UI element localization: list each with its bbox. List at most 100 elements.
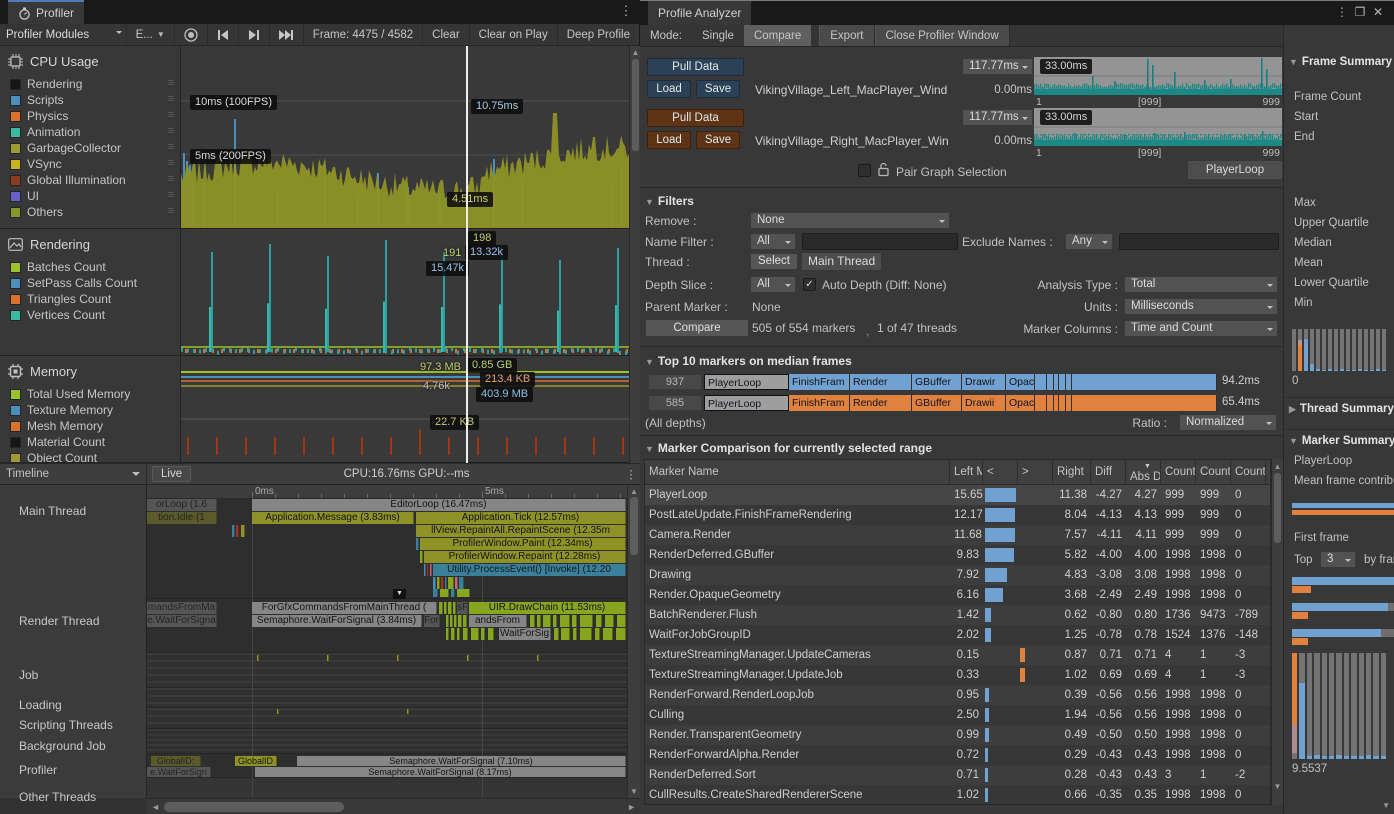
timeline-span[interactable]	[530, 615, 535, 627]
column-header-8[interactable]: Count	[1196, 460, 1231, 484]
top10-frame-number[interactable]: 585	[648, 395, 702, 411]
column-header-6[interactable]: ▼Abs Diff	[1126, 460, 1161, 484]
depth-slice-dropdown[interactable]: All	[750, 276, 796, 293]
top10-segment[interactable]: Drawii	[962, 395, 1006, 411]
timeline-span[interactable]	[463, 628, 468, 640]
timeline-span[interactable]	[572, 615, 577, 627]
timeline-span[interactable]: Application.Tick (12.57ms)	[416, 512, 626, 524]
timeline-span[interactable]: Semaphore.WaitForSignal (8.17ms)	[255, 767, 626, 777]
column-header-0[interactable]: Marker Name	[645, 460, 950, 484]
timeline-span[interactable]	[420, 551, 423, 563]
table-row[interactable]: RenderForward.RenderLoopJob0.950.39-0.56…	[645, 685, 1270, 705]
timeline-span[interactable]	[537, 615, 541, 627]
thread-label-0[interactable]: Main Thread	[19, 504, 86, 518]
legend-item[interactable]: Texture Memory	[0, 402, 180, 418]
top10-segment[interactable]	[1047, 374, 1054, 390]
top10-segment[interactable]: Drawir	[962, 374, 1006, 390]
module-memory-header[interactable]: Memory	[0, 356, 180, 386]
tab-profiler[interactable]: Profiler	[8, 0, 84, 24]
drag-handle-icon[interactable]: ≡	[168, 109, 173, 121]
legend-item[interactable]: Global Illumination≡	[0, 172, 180, 188]
timeline-span[interactable]: EditorLoop (16.47ms)	[252, 499, 626, 511]
legend-item[interactable]: Object Count	[0, 450, 180, 463]
exclude-mode-dropdown[interactable]: Any	[1065, 233, 1113, 250]
thread-select-button[interactable]: Select	[750, 253, 798, 270]
top10-segment[interactable]: Render	[850, 374, 912, 390]
deep-profile-button[interactable]: Deep Profile	[558, 24, 639, 45]
legend-item[interactable]: UI≡	[0, 188, 180, 204]
table-row[interactable]: CullResults.CreateSharedRendererScene1.0…	[645, 785, 1270, 805]
thread-label-5[interactable]: Background Job	[19, 739, 106, 753]
timeline-span[interactable]	[440, 589, 449, 597]
top10-row-right[interactable]: 585PlayerLoopFinishFramRenderGBufferDraw…	[640, 395, 1283, 412]
timeline-span[interactable]	[616, 628, 626, 640]
legend-item[interactable]: Total Used Memory	[0, 386, 180, 402]
clear-on-play-button[interactable]: Clear on Play	[470, 24, 558, 45]
timeline-span[interactable]	[605, 615, 614, 627]
clear-button[interactable]: Clear	[423, 24, 469, 45]
legend-item[interactable]: Scripts≡	[0, 92, 180, 108]
timeline-span[interactable]	[277, 709, 279, 714]
timeline-span[interactable]	[457, 628, 460, 640]
frame-graph-left[interactable]: 33.00ms	[1034, 57, 1282, 95]
tab-profile-analyzer[interactable]: Profile Analyzer	[648, 1, 751, 25]
scroll-up-icon[interactable]: ▲	[628, 487, 640, 496]
pair-graph-checkbox[interactable]	[858, 164, 871, 177]
column-header-7[interactable]: Count	[1161, 460, 1196, 484]
timeline-vscrollbar[interactable]: ▲ ▼	[627, 485, 640, 798]
timeline-hscrollbar[interactable]: ◄ ►	[147, 798, 640, 814]
module-cpu-header[interactable]: CPU Usage	[0, 46, 180, 76]
table-row[interactable]: Drawing7.924.83-3.083.08199819980	[645, 565, 1270, 585]
last-frame-button[interactable]	[270, 24, 304, 45]
maximize-icon[interactable]: ❐	[1352, 5, 1368, 19]
timeline-span[interactable]: sFr	[457, 602, 468, 614]
timeline-span[interactable]	[427, 564, 429, 576]
timeline-span[interactable]	[446, 615, 449, 627]
timeline-span[interactable]	[439, 602, 443, 614]
rendering-chart[interactable]: 198 191 13.32k 15.47k	[181, 229, 629, 356]
table-row[interactable]: TextureStreamingManager.UpdateCameras0.1…	[645, 645, 1270, 665]
timeline-span[interactable]: GlobalID	[235, 756, 277, 766]
timeline-span[interactable]	[488, 628, 494, 640]
marker-summary-header[interactable]: ▼Marker Summary	[1289, 435, 1394, 447]
timeline-span[interactable]	[561, 628, 570, 640]
filters-header[interactable]: ▼Filters	[645, 194, 694, 208]
drag-handle-icon[interactable]: ≡	[168, 77, 173, 89]
compare-button[interactable]: Compare	[645, 319, 749, 337]
first-frame-button[interactable]	[208, 24, 239, 45]
column-header-4[interactable]: Right	[1053, 460, 1091, 484]
timeline-span[interactable]	[451, 589, 455, 597]
column-header-1[interactable]: Left Median	[950, 460, 983, 484]
timeline-tracks[interactable]: 0ms5ms ▼ orLoop (1.6EditorLoop (16.47ms)…	[147, 485, 627, 798]
mode-compare-button[interactable]: Compare	[744, 25, 811, 46]
timeline-span[interactable]	[407, 709, 409, 714]
sidebar-scroll-down-icon[interactable]: ▼	[1382, 801, 1390, 810]
timeline-span[interactable]	[257, 655, 259, 661]
table-row[interactable]: RenderDeferred.GBuffer9.835.82-4.004.001…	[645, 545, 1270, 565]
timeline-span[interactable]	[560, 615, 570, 627]
legend-item[interactable]: Others≡	[0, 204, 180, 220]
timeline-span[interactable]	[543, 615, 551, 627]
top10-row-left[interactable]: 937PlayerLoopFinishFramRenderGBufferDraw…	[640, 374, 1283, 391]
thread-summary-header[interactable]: ▶Thread Summary	[1289, 403, 1394, 415]
selected-marker-label[interactable]: PlayerLoop	[1188, 161, 1282, 179]
top10-segment[interactable]: GBuffer	[912, 374, 962, 390]
timeline-span[interactable]	[444, 602, 447, 614]
thread-label-6[interactable]: Profiler	[19, 763, 57, 777]
top10-segment[interactable]: Opac	[1006, 395, 1035, 411]
legend-item[interactable]: VSync≡	[0, 156, 180, 172]
timeline-span[interactable]	[455, 577, 458, 589]
timeline-span[interactable]	[554, 628, 559, 640]
timeline-span[interactable]	[241, 525, 245, 537]
selected-frame-playhead[interactable]	[466, 46, 468, 463]
timeline-span[interactable]	[459, 577, 464, 589]
load-right-button[interactable]: Load	[647, 131, 691, 149]
timeline-span[interactable]	[471, 628, 479, 640]
table-row[interactable]: TextureStreamingManager.UpdateJob0.331.0…	[645, 665, 1270, 685]
drag-handle-icon[interactable]: ≡	[168, 93, 173, 105]
timeline-span[interactable]: Utility.ProcessEvent() [Invoke] (12.20	[433, 564, 626, 576]
timeline-span[interactable]: tion.Idle (1	[147, 512, 217, 524]
drag-handle-icon[interactable]: ≡	[168, 125, 173, 137]
pull-data-left-button[interactable]: Pull Data	[647, 58, 744, 76]
timeline-span[interactable]	[430, 564, 432, 576]
